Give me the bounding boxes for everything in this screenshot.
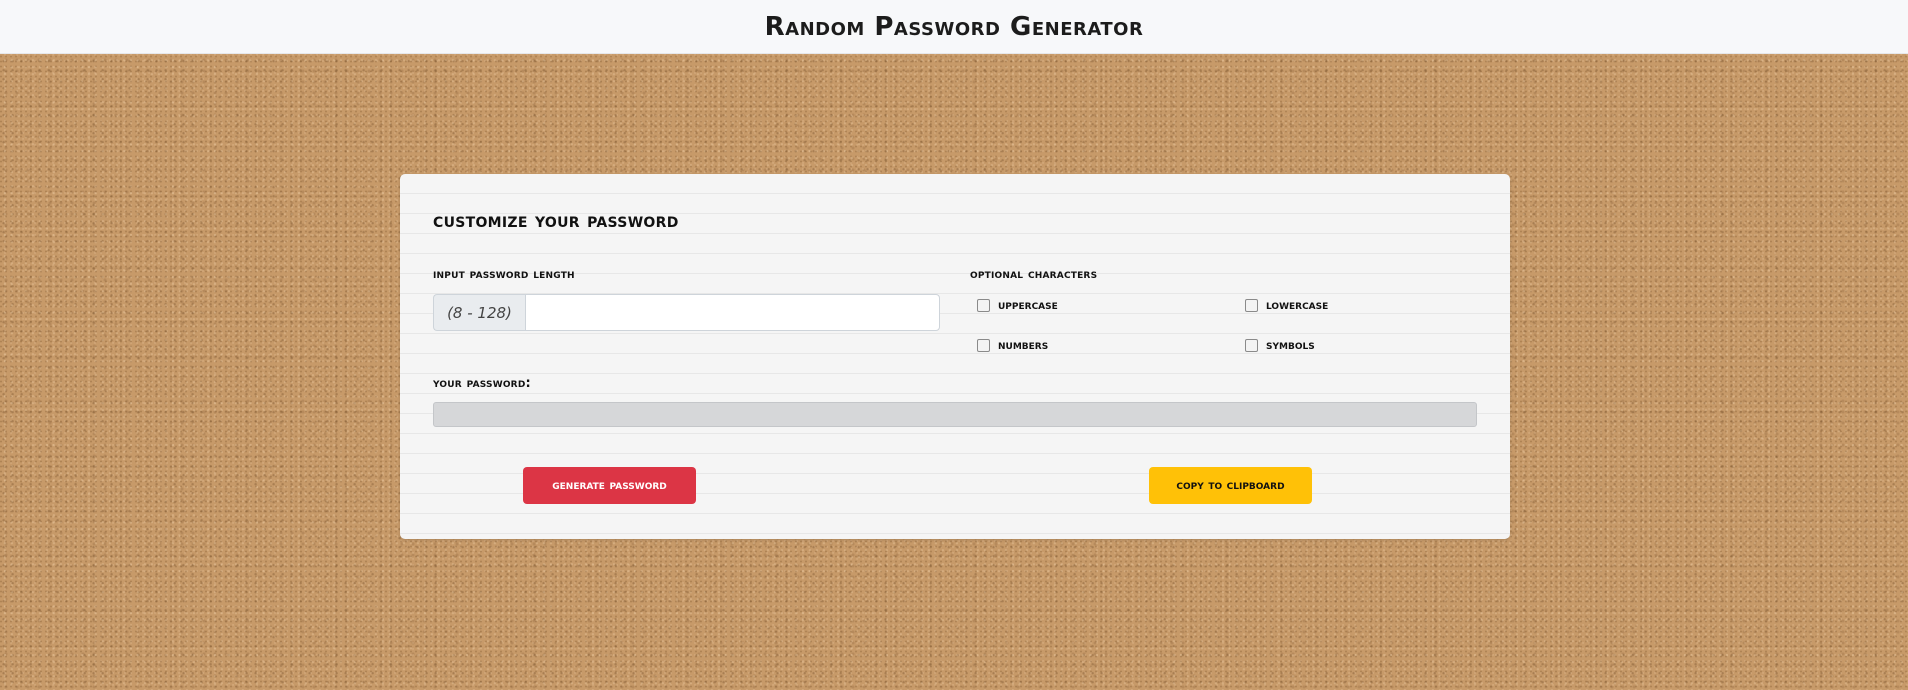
- header-bar: Random Password Generator: [0, 0, 1908, 54]
- numbers-checkbox[interactable]: [977, 339, 990, 352]
- page-title: Random Password Generator: [764, 11, 1144, 42]
- length-label: input password length: [433, 267, 575, 282]
- optional-characters-label: optional characters: [970, 267, 1098, 282]
- length-range-addon: (8 - 128): [433, 294, 525, 331]
- uppercase-label: uppercase: [998, 298, 1058, 313]
- symbols-option[interactable]: symbols: [1245, 338, 1315, 353]
- uppercase-option[interactable]: uppercase: [977, 298, 1058, 313]
- length-input-group: (8 - 128): [433, 294, 940, 331]
- lowercase-checkbox[interactable]: [1245, 299, 1258, 312]
- generate-password-button[interactable]: generate password: [523, 467, 696, 504]
- numbers-label: numbers: [998, 338, 1049, 353]
- uppercase-checkbox[interactable]: [977, 299, 990, 312]
- card-title: customize your password: [433, 208, 679, 232]
- password-output-label: your password:: [433, 376, 531, 391]
- numbers-option[interactable]: numbers: [977, 338, 1048, 353]
- password-output-field[interactable]: [433, 402, 1477, 427]
- symbols-label: symbols: [1266, 338, 1315, 353]
- password-card: customize your password input password l…: [400, 174, 1510, 539]
- copy-to-clipboard-button[interactable]: copy to clipboard: [1149, 467, 1312, 504]
- password-length-input[interactable]: [525, 294, 940, 331]
- lowercase-option[interactable]: lowercase: [1245, 298, 1328, 313]
- lowercase-label: lowercase: [1266, 298, 1329, 313]
- symbols-checkbox[interactable]: [1245, 339, 1258, 352]
